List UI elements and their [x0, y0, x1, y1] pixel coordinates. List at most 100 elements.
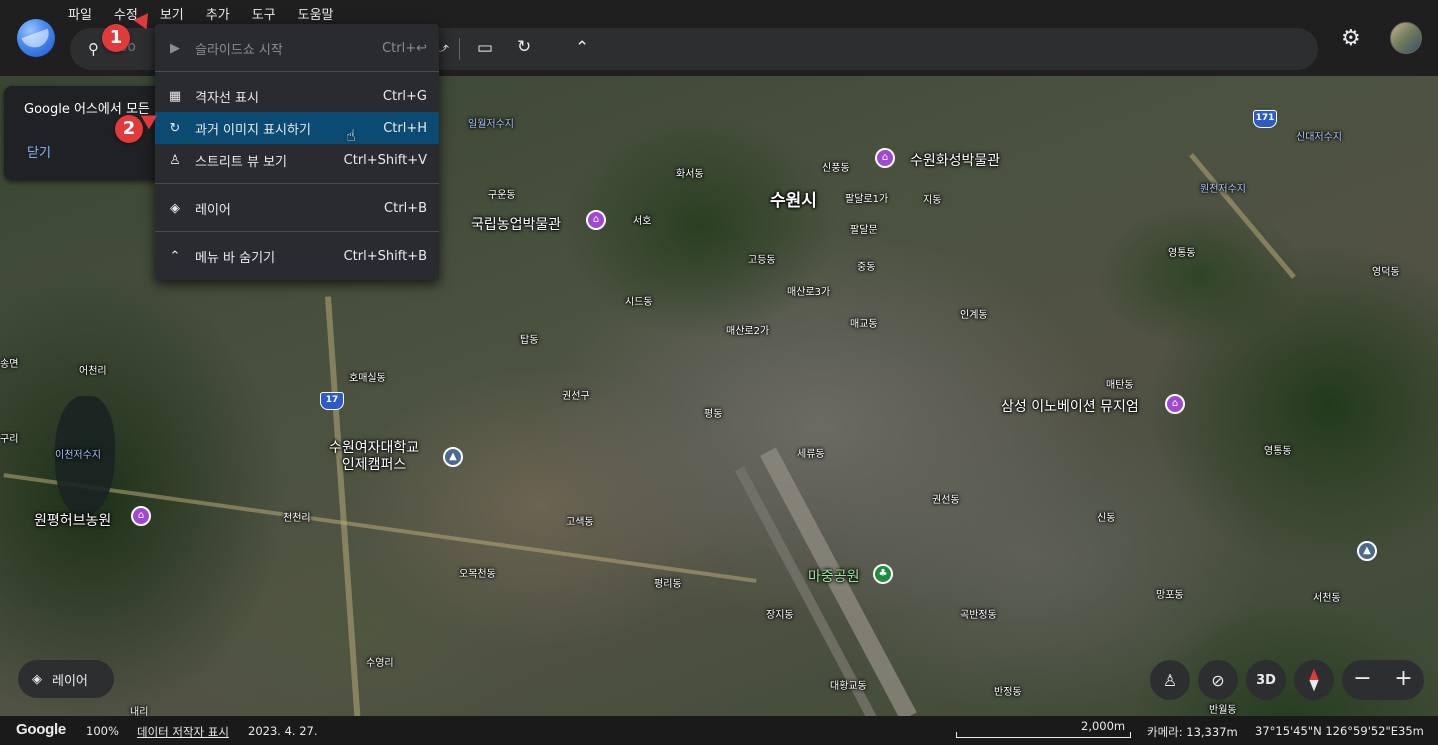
- close-button[interactable]: 닫기: [27, 142, 51, 161]
- route-shield: 17: [320, 392, 344, 410]
- menu-view[interactable]: 보기: [149, 0, 195, 24]
- menu-help[interactable]: 도움말: [287, 0, 345, 24]
- menu-item-label: 레이어: [195, 202, 231, 218]
- menu-item-shortcut: Ctrl+G: [382, 88, 427, 104]
- map-label: 탑동: [520, 335, 539, 346]
- menu-item-hide-menubar[interactable]: ⌃ 메뉴 바 숨기기 Ctrl+Shift+B: [155, 240, 439, 272]
- map-label: 신풍동: [822, 163, 850, 174]
- highway-road: [325, 296, 361, 716]
- scale-bar: [956, 732, 1131, 738]
- menu-item-label: 격자선 표시: [195, 90, 259, 106]
- map-label: 매탄동: [1106, 380, 1134, 391]
- school-poi-icon[interactable]: ▲: [1357, 541, 1377, 561]
- map-label: 수영리: [366, 658, 394, 669]
- map-label-museum[interactable]: 국립농업박물관: [471, 214, 561, 234]
- map-label-park[interactable]: 마중공원: [808, 566, 860, 586]
- google-logo: Google: [16, 721, 66, 738]
- map-label: 세류동: [797, 449, 825, 460]
- menu-item-layers[interactable]: ◈ 레이어 Ctrl+B: [155, 192, 439, 224]
- map-label: 권선구: [562, 391, 590, 402]
- map-label-water: 원천저수지: [1200, 184, 1246, 195]
- data-credits-link[interactable]: 데이터 저작자 표시: [137, 724, 229, 740]
- map-label: 서호: [633, 216, 652, 227]
- map-label: 망포동: [1156, 590, 1184, 601]
- avatar[interactable]: [1390, 22, 1422, 54]
- map-label: 매교동: [850, 319, 878, 330]
- museum-poi-icon[interactable]: ⌂: [1165, 394, 1185, 414]
- map-label: 매산로3가: [787, 287, 831, 298]
- map-label: 구운동: [488, 190, 516, 201]
- route-shield: 171: [1253, 110, 1277, 128]
- map-label: 평동: [704, 409, 723, 420]
- map-label: 지동: [923, 195, 942, 206]
- menu-item-shortcut: Ctrl+H: [383, 120, 427, 136]
- menu-item-slideshow[interactable]: ▶ 슬라이드쇼 시작 Ctrl+↩: [155, 32, 439, 64]
- menu-item-historical-imagery[interactable]: ↻ 과거 이미지 표시하기 Ctrl+H: [155, 112, 439, 144]
- railway-road: [3, 473, 757, 583]
- menu-item-street-view[interactable]: ♙ 스트리트 뷰 보기 Ctrl+Shift+V: [155, 144, 439, 176]
- tilt-off-icon: ⊘: [1211, 670, 1225, 690]
- status-bar: Google 100% 데이터 저작자 표시 2023. 4. 27. 2,00…: [0, 716, 1438, 745]
- map-label: 영통동: [1264, 446, 1292, 457]
- map-label-city[interactable]: 수원시: [770, 186, 817, 211]
- layers-icon: ◈: [32, 671, 42, 687]
- menu-divider: [155, 71, 439, 72]
- reset-tilt-button[interactable]: ⊘: [1198, 660, 1238, 700]
- menu-tools[interactable]: 도구: [241, 0, 287, 24]
- farm-poi-icon[interactable]: ⌂: [131, 506, 151, 526]
- menu-divider: [155, 231, 439, 232]
- menu-add[interactable]: 추가: [195, 0, 241, 24]
- map-label: 장지동: [766, 610, 794, 621]
- camera-altitude: 카메라: 13,337m: [1147, 725, 1238, 739]
- info-panel-text: Google 어스에서 모든: [24, 102, 150, 117]
- map-label: 평리동: [654, 579, 682, 590]
- history-icon[interactable]: ↻: [517, 37, 531, 57]
- layers-button[interactable]: ◈ 레이어: [18, 660, 114, 698]
- school-poi-icon[interactable]: ▲: [443, 447, 463, 467]
- museum-poi-icon[interactable]: ⌂: [586, 210, 606, 230]
- map-label-museum[interactable]: 수원화성박물관: [910, 150, 1000, 170]
- museum-poi-icon[interactable]: ⌂: [875, 148, 895, 168]
- menu-file[interactable]: 파일: [57, 0, 103, 24]
- view-3d-button[interactable]: 3D: [1246, 660, 1286, 700]
- park-poi-icon[interactable]: ♣: [873, 564, 893, 584]
- road-171: [1189, 153, 1296, 279]
- chevron-up-icon[interactable]: ⌃: [575, 38, 589, 58]
- map-label: 팔달문: [850, 225, 878, 236]
- menu-item-grid[interactable]: ▦ 격자선 표시 Ctrl+G: [155, 80, 439, 112]
- imagery-date: 2023. 4. 27.: [248, 724, 318, 738]
- map-label: 대황교동: [830, 681, 867, 692]
- menu-item-label: 메뉴 바 숨기기: [195, 250, 276, 266]
- google-earth-window: 수원시 ⌂ 수원화성박물관 국립농업박물관 ⌂ 삼성 이노베이션 뮤지엄 ⌂ 수…: [0, 0, 1438, 745]
- layers-button-label: 레이어: [52, 673, 88, 689]
- zoom-controls: − +: [1342, 660, 1424, 700]
- menu-item-shortcut: Ctrl+B: [384, 200, 427, 216]
- compass-button[interactable]: [1294, 660, 1334, 700]
- map-label-water: 이천저수지: [55, 450, 101, 461]
- menu-item-label: 슬라이드쇼 시작: [195, 42, 283, 58]
- map-label: 중동: [857, 262, 876, 273]
- map-label: 구리: [0, 434, 19, 445]
- map-label: 고등동: [748, 255, 776, 266]
- zoom-out-button[interactable]: −: [1342, 660, 1383, 700]
- pegman-button[interactable]: ♙: [1150, 660, 1190, 700]
- zoom-level: 100%: [86, 724, 119, 738]
- elevation: 35m: [1398, 724, 1424, 738]
- map-label-university[interactable]: 수원여자대학교 인제캠퍼스: [329, 440, 419, 474]
- map-label: 내리: [130, 707, 149, 716]
- google-earth-logo[interactable]: [17, 19, 55, 57]
- gear-icon[interactable]: ⚙: [1341, 26, 1361, 51]
- zoom-in-button[interactable]: +: [1383, 660, 1424, 700]
- toolbar-divider: [459, 38, 460, 60]
- menu-item-shortcut: Ctrl+Shift+B: [343, 248, 427, 264]
- map-label: 팔달로1가: [845, 194, 889, 205]
- search-icon[interactable]: ⚲: [88, 40, 99, 58]
- map-label-farm[interactable]: 원평허브농원: [34, 510, 111, 530]
- map-label-museum[interactable]: 삼성 이노베이션 뮤지엄: [1001, 396, 1139, 416]
- ruler-icon[interactable]: ▭: [477, 38, 493, 58]
- map-label: 반정동: [994, 687, 1022, 698]
- slideshow-icon: ▶: [170, 40, 180, 56]
- hand-cursor-icon: ☝: [346, 126, 356, 145]
- compass-icon: [1309, 668, 1319, 692]
- scale-label: 2,000m: [1081, 719, 1126, 733]
